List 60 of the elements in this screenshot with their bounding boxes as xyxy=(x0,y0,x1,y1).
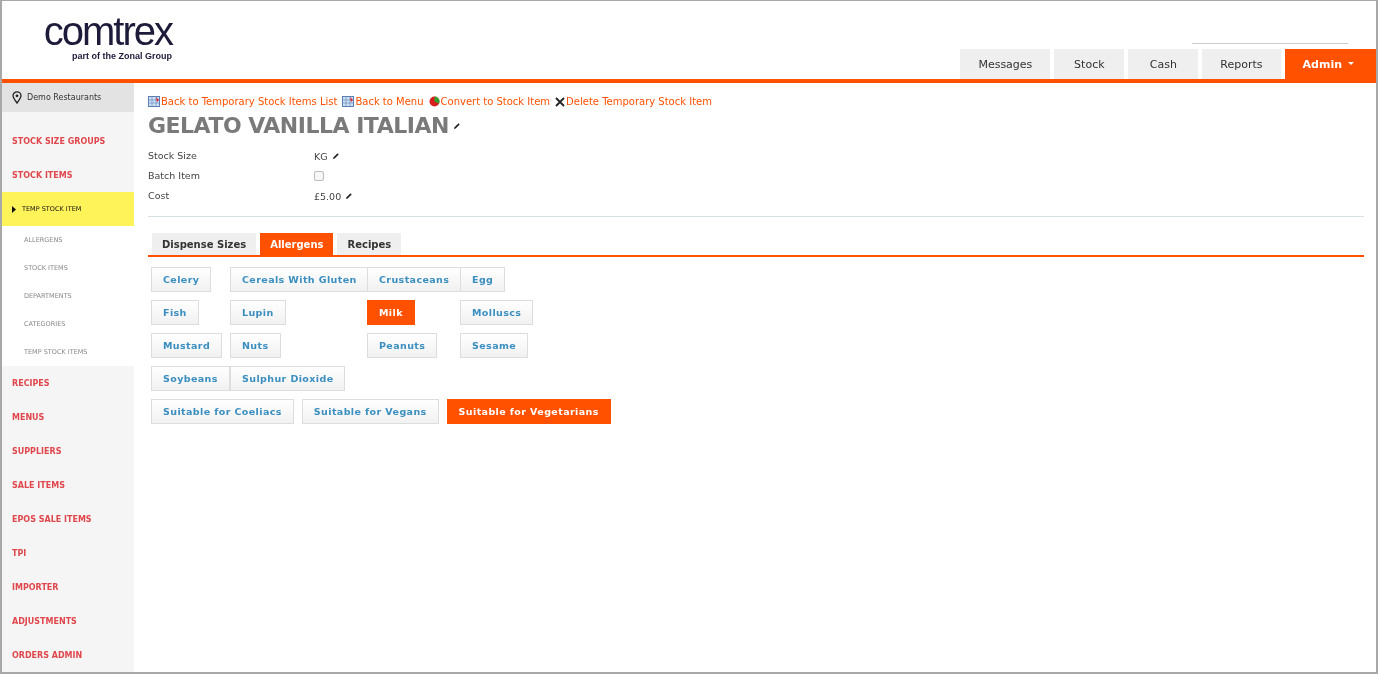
action-link[interactable]: Delete Temporary Stock Item xyxy=(555,96,712,107)
allergen-toggle[interactable]: Milk xyxy=(367,300,415,325)
field-label: Batch Item xyxy=(148,169,201,183)
dietary-toggle[interactable]: Suitable for Vegetarians xyxy=(446,399,611,424)
field-value: £5.00 xyxy=(314,190,342,202)
allergen-toggle[interactable]: Egg xyxy=(460,267,506,292)
action-link[interactable]: Convert to Stock Item xyxy=(428,96,551,107)
sidebar-item[interactable]: SUPPLIERS xyxy=(2,434,134,468)
nav-tab[interactable]: Stock xyxy=(1054,49,1125,79)
nav-tab[interactable]: Admin xyxy=(1284,49,1376,79)
dietary-toggle[interactable]: Suitable for Coeliacs xyxy=(151,399,294,424)
field-label: Stock Size xyxy=(148,149,198,163)
action-link[interactable]: Back to Menu xyxy=(342,96,424,107)
caret-icon xyxy=(1348,62,1354,66)
allergen-toggle[interactable]: Peanuts xyxy=(367,333,438,358)
allergen-toggle[interactable]: Soybeans xyxy=(151,366,230,391)
field-label: Cost xyxy=(148,189,171,203)
field-value: KG xyxy=(314,150,328,162)
dietary-toggle[interactable]: Suitable for Vegans xyxy=(301,399,439,424)
pie-icon xyxy=(428,96,440,107)
checkbox[interactable] xyxy=(314,171,324,181)
nav-tab[interactable]: Reports xyxy=(1202,49,1281,79)
allergen-toggle[interactable]: Fish xyxy=(151,300,199,325)
allergen-toggle[interactable]: Molluscs xyxy=(460,300,534,325)
sidebar-item[interactable]: IMPORTER xyxy=(2,570,134,604)
pencil-icon[interactable] xyxy=(345,192,354,200)
sidebar-item[interactable]: SALE ITEMS xyxy=(2,468,134,502)
allergen-toggle[interactable]: Sulphur Dioxide xyxy=(230,366,346,391)
sidebar-item[interactable]: MENUS xyxy=(2,400,134,434)
pencil-icon[interactable] xyxy=(452,121,461,130)
action-link[interactable]: Back to Temporary Stock Items List xyxy=(148,96,338,107)
nav-tab[interactable]: Cash xyxy=(1128,49,1199,79)
sidebar-item[interactable]: TPI xyxy=(2,536,134,570)
allergen-toggle[interactable]: Mustard xyxy=(151,333,223,358)
table-icon xyxy=(148,96,160,107)
sidebar-item[interactable]: EPOS SALE ITEMS xyxy=(2,502,134,536)
logo-tagline: part of the Zonal Group xyxy=(72,51,172,61)
sidebar-item[interactable]: STOCK SIZE GROUPS xyxy=(2,124,134,158)
sidebar-item[interactable]: STOCK ITEMS xyxy=(2,158,134,192)
site-selector[interactable]: Demo Restaurants xyxy=(2,83,134,112)
nav-tab[interactable]: Messages xyxy=(960,49,1051,79)
item-title: GELATO VANILLA ITALIAN xyxy=(148,113,449,138)
sidebar-item[interactable]: RECIPES xyxy=(2,366,134,400)
allergen-toggle[interactable]: Cereals With Gluten xyxy=(230,267,369,292)
table-icon xyxy=(342,96,355,107)
allergen-toggle[interactable]: Nuts xyxy=(230,333,281,358)
pencil-icon[interactable] xyxy=(331,152,340,160)
allergen-toggle[interactable]: Lupin xyxy=(230,300,286,325)
allergen-toggle[interactable]: Sesame xyxy=(460,333,529,358)
sidebar-item[interactable]: ADJUSTMENTS xyxy=(2,604,134,638)
tab[interactable]: Allergens xyxy=(260,233,334,255)
allergen-toggle[interactable]: Crustaceans xyxy=(367,267,462,292)
tab[interactable]: Recipes xyxy=(337,233,402,255)
pointer-triangle-icon xyxy=(12,205,16,213)
sidebar-item[interactable]: ORDERS ADMIN xyxy=(2,638,134,672)
location-pin-icon xyxy=(12,91,22,104)
close-icon xyxy=(555,96,566,107)
logo: comtrex xyxy=(43,11,172,51)
tab[interactable]: Dispense Sizes xyxy=(152,233,257,255)
allergen-toggle[interactable]: Celery xyxy=(151,267,212,292)
